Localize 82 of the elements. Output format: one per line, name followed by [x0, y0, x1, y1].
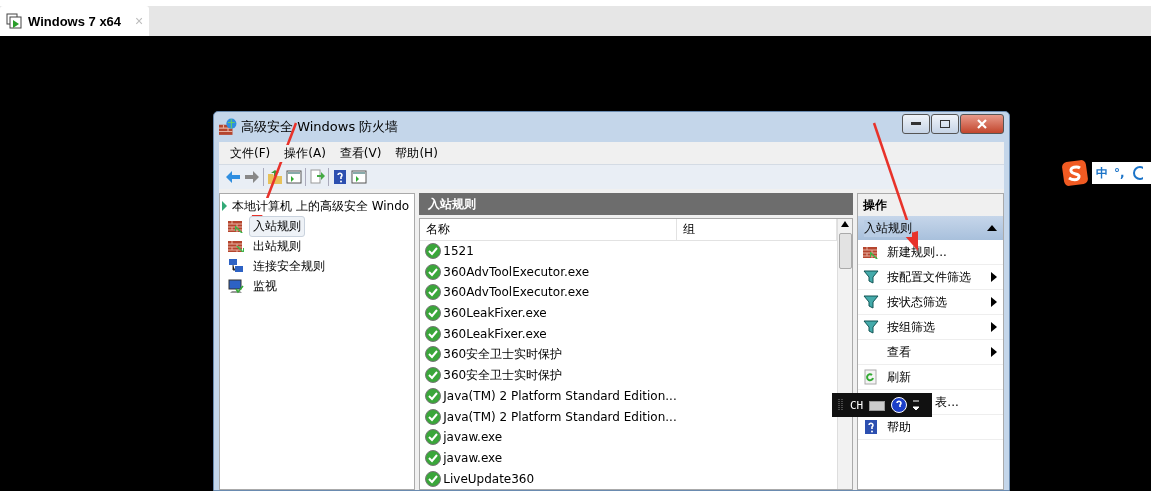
vm-tab-label: Windows 7 x64 — [28, 13, 122, 29]
close-button[interactable] — [960, 114, 1004, 134]
refresh-icon — [863, 369, 880, 385]
grip-icon — [838, 398, 844, 412]
rule-name: 360AdvToolExecutor.exe — [443, 285, 590, 300]
actions-header: 操作 — [858, 194, 1003, 216]
folder-icon[interactable] — [267, 169, 283, 185]
tree-item[interactable]: 入站规则 — [249, 215, 305, 237]
pane-header: 入站规则 — [419, 193, 854, 215]
submenu-arrow-icon — [991, 322, 997, 332]
rule-name: 360AdvToolExecutor.exe — [443, 264, 590, 279]
rule-name: Java(TM) 2 Platform Standard Edition... — [443, 388, 677, 403]
rule-name: 360安全卫士实时保护 — [443, 366, 563, 384]
check-icon — [425, 325, 442, 342]
action-item[interactable]: 查看 — [858, 340, 1003, 365]
export-list-icon[interactable] — [309, 169, 325, 185]
check-icon — [425, 449, 442, 466]
scroll-up-icon[interactable] — [841, 219, 850, 229]
keyboard-icon[interactable] — [869, 399, 886, 411]
rule-name: javaw.exe — [443, 450, 503, 465]
rule-name: 360LeakFixer.exe — [443, 306, 547, 321]
close-icon — [977, 119, 987, 129]
submenu-arrow-icon — [991, 297, 997, 307]
ime-punctuation[interactable]: °, — [1114, 166, 1125, 180]
rule-name: 1521 — [443, 244, 474, 259]
rule-name: Java(TM) 2 Platform Standard Edition... — [443, 409, 677, 424]
ime-logo-icon[interactable] — [1062, 160, 1088, 186]
action-item[interactable]: 按状态筛选 — [858, 290, 1003, 315]
filter-icon — [863, 294, 880, 310]
vm-icon — [6, 13, 22, 29]
rule-name: 360安全卫士实时保护 — [443, 345, 563, 363]
pane-toggle-icon[interactable] — [286, 169, 302, 185]
maximize-icon — [940, 120, 950, 128]
window-title: 高级安全 Windows 防火墙 — [241, 118, 400, 136]
minimize-button[interactable] — [902, 114, 930, 134]
new-rule-icon — [863, 244, 880, 260]
ime-mode[interactable]: 中 — [1096, 164, 1108, 182]
tree-root-label[interactable]: 本地计算机 上的高级安全 Windo — [232, 197, 410, 215]
brick-wall-icon — [228, 218, 244, 234]
scrollbar-thumb[interactable] — [838, 233, 852, 269]
computers-icon — [228, 258, 244, 274]
check-icon — [425, 429, 442, 446]
rule-name: 360LeakFixer.exe — [443, 326, 547, 341]
action-item[interactable]: 刷新 — [858, 365, 1003, 390]
column-header[interactable]: 名称 — [420, 219, 678, 240]
vm-tab[interactable]: Windows 7 x64 × — [0, 6, 150, 36]
monitor-icon — [228, 278, 244, 294]
tree-item[interactable]: 出站规则 — [249, 235, 305, 257]
filter-icon — [863, 269, 880, 285]
check-icon — [425, 263, 442, 280]
help-icon[interactable] — [891, 397, 908, 413]
collapse-icon — [987, 225, 997, 231]
check-icon — [425, 305, 442, 322]
forward-arrow-icon[interactable] — [244, 169, 260, 185]
filter-icon — [863, 319, 880, 335]
actions-section-header[interactable]: 入站规则 — [858, 216, 1003, 240]
tree-item[interactable]: 连接安全规则 — [249, 255, 329, 277]
maximize-button[interactable] — [931, 114, 959, 134]
firewall-icon — [219, 118, 237, 136]
check-icon — [425, 367, 442, 384]
options-icon[interactable] — [913, 399, 920, 411]
back-arrow-icon[interactable] — [225, 169, 241, 185]
submenu-arrow-icon — [991, 347, 997, 357]
action-item[interactable]: 按配置文件筛选 — [858, 265, 1003, 290]
check-icon — [425, 346, 442, 363]
tree-item[interactable]: 监视 — [249, 275, 281, 297]
expand-arrow-icon[interactable] — [222, 201, 227, 211]
check-icon — [425, 243, 442, 260]
check-icon — [425, 408, 442, 425]
rule-name: LiveUpdate360 — [443, 471, 535, 486]
check-icon — [425, 470, 442, 487]
minimize-icon — [911, 122, 921, 126]
check-icon — [425, 284, 442, 301]
rule-name: javaw.exe — [443, 430, 503, 445]
help-icon — [863, 419, 880, 435]
check-icon — [425, 387, 442, 404]
pane-toggle-icon[interactable] — [351, 169, 367, 185]
brick-wall-icon — [228, 238, 244, 254]
help-icon[interactable] — [332, 169, 348, 185]
language-label[interactable]: CH — [850, 398, 864, 412]
submenu-arrow-icon — [991, 272, 997, 282]
action-item[interactable]: 按组筛选 — [858, 315, 1003, 340]
